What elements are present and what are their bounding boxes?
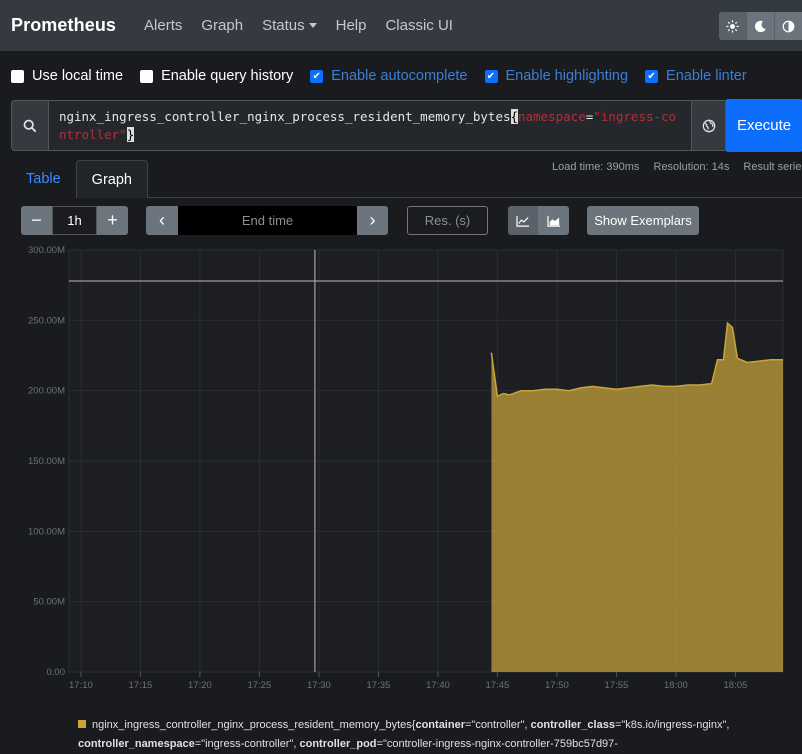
legend-key: controller_pod	[299, 738, 377, 750]
enable-linter-checkbox[interactable]: ✔	[645, 69, 659, 83]
chevron-left-icon[interactable]: ‹	[146, 206, 178, 235]
stacked-chart-icon[interactable]	[538, 206, 569, 235]
x-tick-label: 18:05	[724, 680, 748, 691]
contrast-icon[interactable]	[775, 12, 802, 40]
nav-alerts[interactable]: Alerts	[144, 17, 182, 34]
x-tick-label: 17:40	[426, 680, 450, 691]
query-label-name: namespace	[518, 109, 586, 124]
brand-logo[interactable]: Prometheus	[11, 15, 116, 36]
y-tick-label: 250.00M	[28, 315, 65, 326]
legend-value: ="k8s.io/ingress-nginx",	[614, 719, 730, 731]
enable-highlighting-checkbox[interactable]: ✔	[484, 69, 498, 83]
legend-metric: nginx_ingress_controller_nginx_process_r…	[92, 719, 416, 731]
query-metric: nginx_ingress_controller_nginx_process_r…	[58, 109, 511, 124]
nav-graph[interactable]: Graph	[201, 17, 243, 34]
enable-autocomplete-option[interactable]: ✔ Enable autocomplete	[310, 68, 468, 84]
enable-highlighting-label: Enable highlighting	[505, 68, 629, 84]
metrics-explorer-globe-icon[interactable]	[692, 100, 727, 151]
legend-value: ="controller",	[464, 719, 531, 731]
use-local-time-option[interactable]: Use local time	[11, 68, 123, 84]
query-options: Use local time Enable query history ✔ En…	[11, 66, 764, 86]
enable-query-history-option[interactable]: Enable query history	[140, 68, 293, 84]
query-open-brace: {	[510, 109, 519, 124]
x-tick-label: 17:55	[605, 680, 629, 691]
graph-chart[interactable]: 300.00M 250.00M 200.00M 150.00M 100.00M 50.00…	[0, 240, 802, 695]
enable-highlighting-option[interactable]: ✔ Enable highlighting	[484, 68, 629, 84]
enable-query-history-checkbox[interactable]	[140, 69, 154, 83]
nav-status[interactable]: Status	[262, 17, 317, 34]
line-chart-icon[interactable]	[508, 206, 538, 235]
moon-icon[interactable]	[747, 12, 775, 40]
execute-button[interactable]: Execute	[726, 99, 802, 152]
tab-graph[interactable]: Graph	[75, 160, 148, 198]
series-legend[interactable]: nginx_ingress_controller_nginx_process_r…	[78, 716, 738, 754]
y-tick-label: 50.00M	[33, 597, 65, 608]
increase-range-button[interactable]: +	[97, 206, 128, 235]
legend-key: controller_class	[530, 719, 615, 731]
series-color-swatch	[78, 720, 86, 728]
legend-value: ="controller-ingress-nginx-controller-75…	[376, 738, 618, 750]
x-tick-label: 17:10	[69, 680, 93, 691]
resolution: Resolution: 14s	[653, 161, 730, 173]
chevron-down-icon	[308, 23, 317, 28]
x-tick-label: 17:20	[188, 680, 212, 691]
enable-query-history-label: Enable query history	[161, 68, 294, 84]
x-tick-label: 17:15	[129, 680, 153, 691]
decrease-range-button[interactable]: −	[21, 206, 52, 235]
search-icon	[11, 100, 48, 151]
sun-icon[interactable]	[719, 12, 747, 40]
y-tick-label: 300.00M	[28, 245, 65, 256]
nav-status-label: Status	[262, 17, 305, 34]
enable-linter-label: Enable linter	[666, 68, 747, 84]
theme-switcher	[719, 12, 802, 40]
enable-linter-option[interactable]: ✔ Enable linter	[645, 68, 747, 84]
load-time: Load time: 390ms	[552, 161, 640, 173]
query-close-brace: }	[126, 127, 135, 142]
x-tick-label: 17:25	[248, 680, 272, 691]
enable-autocomplete-label: Enable autocomplete	[331, 68, 468, 84]
navbar: Prometheus Alerts Graph Status Help Clas…	[0, 0, 802, 51]
x-tick-label: 17:45	[486, 680, 510, 691]
show-exemplars-button[interactable]: Show Exemplars	[587, 206, 699, 235]
y-tick-label: 150.00M	[28, 456, 65, 467]
query-stats: Load time: 390ms Resolution: 14s Result …	[552, 161, 802, 173]
x-tick-label: 18:00	[664, 680, 688, 691]
legend-key: container	[415, 719, 465, 731]
resolution-input[interactable]: Res. (s)	[407, 206, 488, 235]
enable-autocomplete-checkbox[interactable]: ✔	[310, 69, 324, 83]
chevron-right-icon[interactable]: ›	[357, 206, 388, 235]
range-input[interactable]: 1h	[52, 206, 97, 235]
nav-classic-ui[interactable]: Classic UI	[385, 17, 453, 34]
y-tick-label: 100.00M	[28, 526, 65, 537]
y-tick-label: 200.00M	[28, 386, 65, 397]
result-tabs: Table Graph	[11, 160, 148, 198]
use-local-time-label: Use local time	[32, 68, 124, 84]
x-tick-label: 17:50	[545, 680, 569, 691]
legend-value: ="ingress-controller",	[194, 738, 300, 750]
legend-key: controller_namespace	[78, 738, 195, 750]
x-tick-label: 17:30	[307, 680, 331, 691]
tab-table[interactable]: Table	[11, 160, 76, 198]
tab-divider	[148, 197, 802, 198]
y-tick-label: 0.00	[47, 667, 66, 678]
use-local-time-checkbox[interactable]	[11, 69, 24, 83]
nav-help[interactable]: Help	[336, 17, 367, 34]
end-time-input[interactable]: End time	[178, 206, 357, 235]
result-series: Result series:	[743, 161, 802, 173]
x-tick-label: 17:35	[367, 680, 391, 691]
query-bar: nginx_ingress_controller_nginx_process_r…	[11, 99, 802, 152]
expression-input[interactable]: nginx_ingress_controller_nginx_process_r…	[47, 100, 693, 151]
